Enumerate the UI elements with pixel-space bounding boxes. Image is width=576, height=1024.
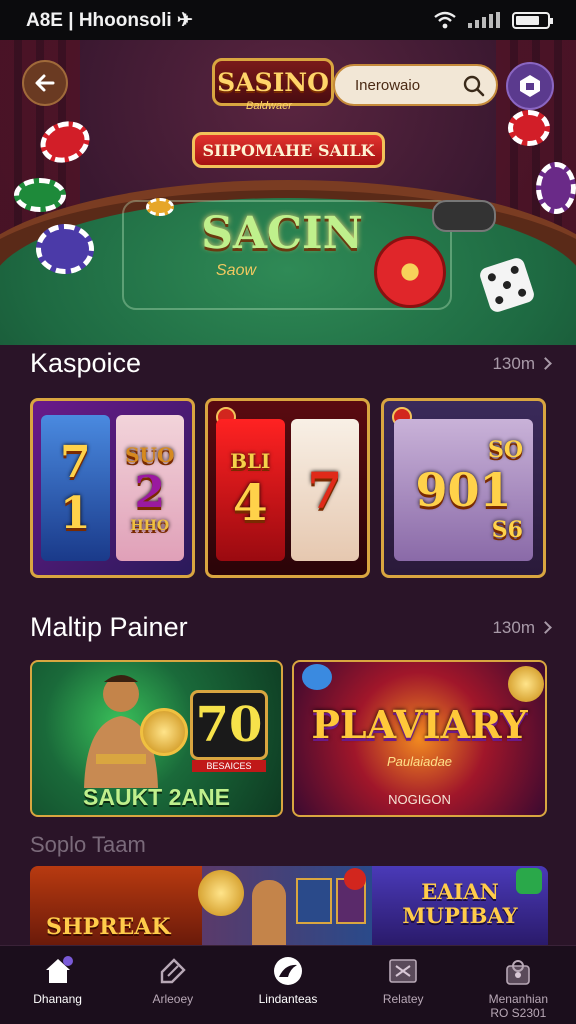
chip-icon (536, 162, 576, 214)
nav-item-home[interactable]: Dhanang (8, 956, 108, 1006)
section-title: Soplo Taam (30, 832, 146, 857)
reel-symbol: SUO (125, 442, 175, 467)
reel: 7 1 (41, 415, 110, 561)
nav-item-profile[interactable]: Menanhian RO S2301 (468, 956, 568, 1020)
slot-game-card[interactable]: SO 901 S6 (381, 398, 546, 578)
app-logo[interactable]: SASINO (212, 58, 334, 106)
chip-icon (14, 178, 66, 212)
see-more-link[interactable]: 130m (492, 353, 552, 374)
reel-symbol: 1 (59, 488, 91, 539)
reel-symbol: BLI (230, 448, 271, 473)
ticket-icon (389, 959, 417, 983)
nav-label-sub: RO S2301 (490, 1006, 547, 1020)
status-bar: A8E | Hhoonsoli ✈ (0, 0, 576, 40)
see-more-label: 130m (492, 353, 535, 373)
chip-icon (36, 224, 94, 274)
promo-banner-button[interactable]: SIIPOMAHE SAILK (192, 132, 385, 168)
slot-reels: 7 1 SUO 2 HHO (41, 415, 184, 561)
slot-reels: BLI 4 7 (216, 419, 359, 561)
game-title: SAUKT 2ANE (83, 784, 230, 810)
chevron-right-icon (539, 357, 552, 370)
hero-title: SACIN (201, 208, 363, 259)
reel-symbol: 4 (232, 472, 268, 532)
reel-symbol: 2 (134, 466, 166, 518)
strip-title: EAIAN MUPIBAY (402, 879, 518, 928)
battery-icon (512, 11, 553, 29)
gem-icon (302, 664, 332, 690)
section-header-2: Maltip Painer 130m (30, 612, 552, 643)
slot-tile (296, 878, 332, 924)
game-card[interactable]: 70 BESAICES SAUKT 2ANE (30, 660, 283, 817)
slot-game-card[interactable]: BLI 4 7 (205, 398, 370, 578)
section-header-1: Kaspoice 130m (30, 348, 552, 379)
strip-segment (198, 866, 372, 946)
strip-segment[interactable]: SHPREAK (30, 866, 202, 946)
nav-label: Relatey (382, 992, 424, 1006)
profile-button[interactable] (506, 62, 554, 110)
game-badge: BESAICES (192, 760, 266, 772)
reel-symbol: S6 (491, 517, 523, 543)
see-more-label: 130m (492, 617, 535, 637)
tag-icon (160, 958, 186, 984)
wifi-icon (434, 11, 456, 29)
reel-symbol: 7 (59, 437, 91, 488)
section-title: Maltip Painer (30, 612, 188, 642)
badge-icon (344, 868, 366, 890)
coin-icon (140, 708, 188, 756)
back-button[interactable] (22, 60, 68, 106)
nav-label: Menanhian RO S2301 (489, 992, 548, 1020)
signal-icon (468, 12, 500, 28)
bottom-nav: Dhanang Arleoey Lindanteas Relatey Menan… (0, 945, 576, 1024)
character-image (252, 880, 286, 946)
hero-subtitle: Saow (216, 262, 257, 279)
coin-icon (198, 870, 244, 916)
nav-label-main: Menanhian (488, 992, 549, 1006)
coin-icon (508, 666, 544, 702)
hero-banner[interactable]: SACIN Saow SASINO Baldwaer Inerowaio SII… (0, 40, 576, 345)
cube-icon (520, 75, 540, 97)
search-placeholder: Inerowaio (355, 76, 421, 94)
search-input[interactable]: Inerowaio (333, 64, 498, 106)
see-more-link[interactable]: 130m (492, 617, 552, 638)
reel: SO 901 S6 (394, 419, 533, 561)
promo-strip[interactable]: SHPREAK EAIAN MUPIBAY (30, 866, 548, 946)
reel-symbol: HHO (130, 517, 170, 534)
game-title: PLAVIARY (311, 702, 528, 747)
nav-label: Dhanang (33, 992, 82, 1006)
chip-icon (508, 110, 550, 146)
person-icon (506, 960, 531, 985)
logo-subtitle: Baldwaer (246, 100, 292, 112)
game-number: 70 (190, 690, 268, 760)
game-subtitle: Paulaiadae (386, 754, 453, 769)
search-icon[interactable] (462, 74, 486, 98)
game-caption: NOGIGON (388, 792, 451, 807)
status-icons (434, 11, 553, 29)
bird-icon (273, 957, 302, 985)
reel: 7 (290, 419, 359, 561)
slot-game-card[interactable]: 7 1 SUO 2 HHO (30, 398, 195, 578)
nav-item-tickets[interactable]: Relatey (353, 956, 453, 1006)
strip-title: SHPREAK (46, 914, 171, 940)
nav-label: Lindanteas (258, 992, 318, 1006)
arrow-left-icon (35, 74, 55, 92)
nav-label: Arleoey (152, 992, 194, 1006)
reel: SUO 2 HHO (115, 415, 184, 561)
nav-item-center[interactable]: Lindanteas (238, 956, 338, 1006)
chevron-right-icon (539, 621, 552, 634)
home-icon (45, 956, 73, 983)
strip-segment[interactable]: EAIAN MUPIBAY (372, 866, 548, 946)
nav-item-offers[interactable]: Arleoey (123, 956, 223, 1006)
section-header-3: Soplo Taam (30, 832, 550, 858)
game-device-icon (432, 200, 496, 232)
game-card[interactable]: PLAVIARY Paulaiadae NOGIGON (292, 660, 547, 817)
status-text: A8E | Hhoonsoli ✈ (26, 9, 193, 31)
section-title: Kaspoice (30, 348, 142, 378)
reel-symbol: SO (487, 437, 523, 463)
reel-symbol: 901 (415, 463, 512, 517)
reel: BLI 4 (216, 419, 285, 561)
reel-symbol: 7 (307, 460, 343, 520)
slot-reels: SO 901 S6 (394, 419, 533, 561)
